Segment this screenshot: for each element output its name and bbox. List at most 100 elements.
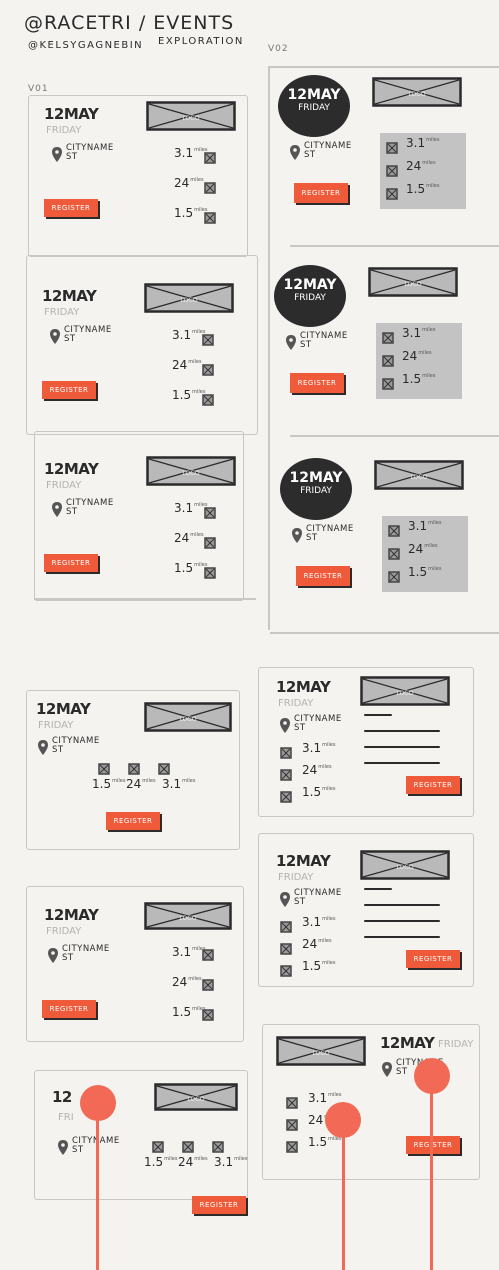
checkbox-icon[interactable]: [280, 918, 292, 933]
checkbox-icon[interactable]: [388, 545, 400, 560]
checkbox-icon[interactable]: [202, 946, 214, 961]
version-label-v1: V01: [28, 84, 49, 94]
v1-bottom-divider: [34, 598, 256, 600]
checkbox-icon[interactable]: [280, 940, 292, 955]
checkbox-icon[interactable]: [386, 162, 398, 177]
distance-option: 3.1 miles: [406, 137, 439, 149]
svg-text:LOGO: LOGO: [396, 690, 414, 697]
checkbox-icon[interactable]: [212, 1138, 224, 1153]
distance-option: 3.1 miles: [174, 502, 207, 514]
location-pin-icon: [52, 147, 62, 162]
event-date-badge: 12MAY FRIDAY: [278, 75, 350, 137]
checkbox-icon[interactable]: [204, 209, 216, 224]
distance-value: 24: [172, 975, 188, 989]
checkbox-icon[interactable]: [204, 534, 216, 549]
event-location: CITYNAMEST: [294, 714, 342, 733]
distance-value: 24: [402, 349, 418, 363]
checkbox-icon[interactable]: [388, 568, 400, 583]
checkbox-icon[interactable]: [280, 744, 292, 759]
logo-placeholder-icon: LOGO: [374, 460, 464, 490]
distance-value: 24: [302, 937, 318, 951]
checkbox-icon[interactable]: [202, 331, 214, 346]
register-button[interactable]: REGISTER: [42, 381, 96, 399]
distance-option: 24miles: [408, 543, 438, 555]
logo-placeholder-icon: LOGO: [360, 676, 450, 706]
register-button[interactable]: REGISTER: [44, 199, 98, 217]
register-button[interactable]: REGISTER: [294, 183, 348, 203]
distance-option: 3.1 miles: [408, 520, 441, 532]
distance-unit: miles: [188, 359, 202, 365]
checkbox-icon[interactable]: [128, 760, 140, 775]
distance-value: 3.1: [302, 915, 322, 929]
distance-option: 1.5 miles: [402, 373, 435, 385]
register-button[interactable]: REGISTER: [406, 1136, 460, 1154]
description-line: [364, 762, 440, 764]
register-button[interactable]: REGISTER: [406, 950, 460, 968]
location-pin-icon: [52, 502, 62, 517]
distance-unit: miles: [142, 778, 156, 784]
checkbox-icon[interactable]: [204, 149, 216, 164]
distance-option: 1.5 miles: [302, 960, 335, 972]
register-button[interactable]: REGISTER: [406, 776, 460, 794]
distance-option: 24miles: [402, 350, 432, 362]
register-button[interactable]: REGISTER: [44, 554, 98, 572]
checkbox-icon[interactable]: [202, 976, 214, 991]
distance-unit: miles: [422, 327, 436, 333]
checkbox-icon[interactable]: [382, 375, 394, 390]
checkbox-icon[interactable]: [202, 1006, 214, 1021]
distance-unit: miles: [424, 543, 438, 549]
checkbox-icon[interactable]: [204, 504, 216, 519]
svg-text:LOGO: LOGO: [180, 297, 198, 304]
checkbox-icon[interactable]: [182, 1138, 194, 1153]
location-pin-icon: [48, 948, 58, 963]
checkbox-icon[interactable]: [382, 352, 394, 367]
checkbox-icon[interactable]: [202, 361, 214, 376]
checkbox-icon[interactable]: [204, 564, 216, 579]
checkbox-icon[interactable]: [386, 139, 398, 154]
location-pin-icon: [38, 740, 48, 755]
distance-value: 24: [126, 777, 142, 791]
checkbox-icon[interactable]: [286, 1116, 298, 1131]
v1-event-card-2[interactable]: [26, 255, 258, 435]
distance-option: 24miles: [178, 1156, 208, 1168]
v2-divider-1: [290, 245, 499, 247]
checkbox-icon[interactable]: [280, 766, 292, 781]
checkbox-icon[interactable]: [98, 760, 110, 775]
event-day: FRIDAY: [46, 125, 82, 136]
register-button[interactable]: REGISTER: [42, 1000, 96, 1018]
v2-left-border: [268, 66, 270, 630]
distance-unit: miles: [328, 1092, 342, 1098]
checkbox-icon[interactable]: [382, 329, 394, 344]
checkbox-icon[interactable]: [286, 1094, 298, 1109]
distance-unit: miles: [426, 137, 440, 143]
location-pin-icon: [280, 718, 290, 733]
register-button[interactable]: REGISTER: [192, 1196, 246, 1214]
checkbox-icon[interactable]: [152, 1138, 164, 1153]
annotation-marker-stem: [430, 1075, 433, 1270]
distance-value: 24: [172, 358, 188, 372]
distance-value: 1.5: [144, 1155, 164, 1169]
distance-value: 3.1: [408, 519, 428, 533]
logo-placeholder-icon: LOGO: [372, 77, 462, 107]
annotation-marker-dot: [325, 1102, 361, 1138]
event-location: CITYNAMEST: [52, 736, 100, 755]
register-button[interactable]: REGISTER: [290, 373, 344, 393]
location-pin-icon: [382, 1062, 392, 1077]
event-day: FRIDAY: [278, 698, 314, 709]
logo-placeholder-icon: LOGO: [146, 101, 236, 131]
checkbox-icon[interactable]: [158, 760, 170, 775]
event-location: CITYNAMEST: [300, 331, 348, 350]
checkbox-icon[interactable]: [286, 1138, 298, 1153]
checkbox-icon[interactable]: [280, 962, 292, 977]
event-location: CITYNAMEST: [66, 498, 114, 517]
checkbox-icon[interactable]: [386, 185, 398, 200]
svg-text:LOGO: LOGO: [410, 474, 428, 481]
svg-text:LOGO: LOGO: [312, 1050, 330, 1057]
checkbox-icon[interactable]: [280, 788, 292, 803]
distance-value: 1.5: [308, 1135, 328, 1149]
register-button[interactable]: REGISTER: [296, 566, 350, 586]
register-button[interactable]: REGISTER: [106, 812, 160, 830]
checkbox-icon[interactable]: [388, 522, 400, 537]
checkbox-icon[interactable]: [204, 179, 216, 194]
checkbox-icon[interactable]: [202, 391, 214, 406]
